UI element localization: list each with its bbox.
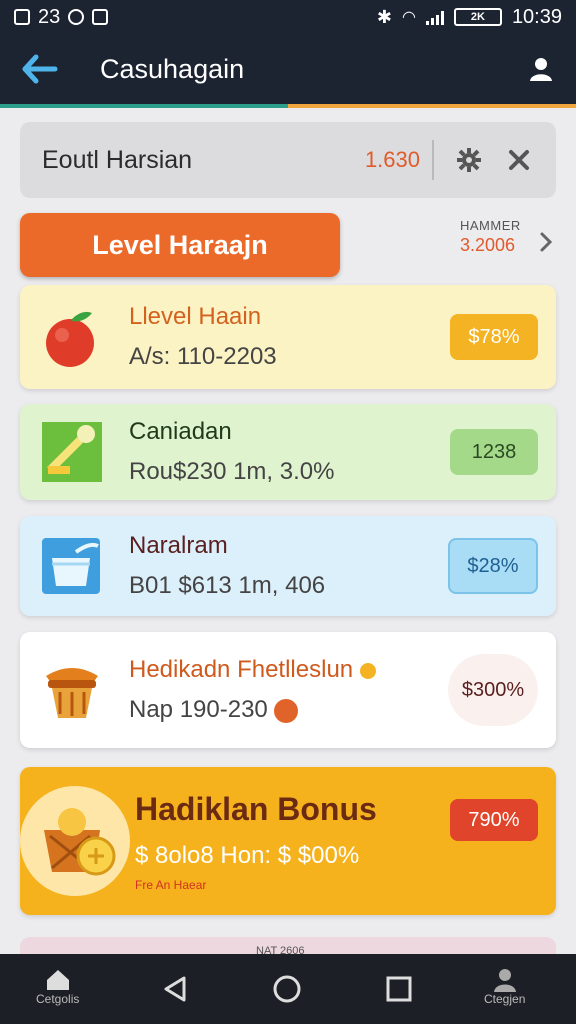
coin-icon (359, 662, 376, 679)
card-badge: $78% (450, 314, 538, 360)
nav-label-left: Cetgolis (36, 992, 80, 1006)
list-item[interactable]: Naralram B01 $613 1m, 406 $28% (20, 516, 556, 616)
card-note: Fre An Haear (135, 877, 207, 892)
nav-categories[interactable]: Cetgolis (36, 968, 79, 1006)
monster-icon (274, 698, 299, 723)
card-badge: $28% (448, 538, 538, 594)
card-badge: 790% (450, 799, 538, 841)
bonus-basket-icon (20, 786, 130, 896)
card-title: Hadiklan Bonus (135, 790, 377, 827)
home-icon (46, 970, 69, 990)
signal-icon (425, 9, 444, 25)
search-bar[interactable]: Eoutl Harsian 1.630 (20, 122, 556, 198)
status-bar: 23 ✱ ◠ 2K 10:39 (0, 0, 576, 34)
recents-icon (386, 976, 412, 1002)
wifi-icon: ◠ (401, 9, 416, 26)
nav-back[interactable] (160, 974, 190, 1004)
card-subtitle-text: Nap 190-230 (129, 696, 268, 723)
battery-icon: 2K (453, 8, 502, 26)
search-text[interactable]: Eoutl Harsian (42, 146, 192, 175)
level-button[interactable]: Level Haraajn (20, 213, 340, 277)
card-badge: $300% (448, 654, 538, 726)
card-title: Caniadan (129, 418, 232, 445)
card-subtitle: $ 8olo8 Hon: $ $00% (135, 841, 360, 869)
app-bar: Casuhagain (0, 34, 576, 104)
close-icon[interactable] (504, 145, 534, 175)
sync-icon (68, 9, 85, 25)
card-title: Naralram (129, 532, 228, 559)
home-circle-icon (273, 975, 301, 1003)
card-subtitle: Rou$230 1m, 3.0% (129, 458, 335, 485)
nav-profile[interactable]: Ctegjen (484, 968, 525, 1006)
banner-stat[interactable]: HAMMER 3.2006 (460, 218, 521, 256)
user-icon[interactable] (526, 54, 556, 84)
chevron-right-icon[interactable] (536, 230, 556, 254)
nav-recents[interactable] (384, 974, 414, 1004)
profile-icon (493, 969, 516, 992)
card-title-text: Hedikadn Fhetlleslun (129, 656, 354, 683)
list-item[interactable]: Hedikadn Fhetlleslun Nap 190-230 $300% (20, 632, 556, 748)
notification-icon (14, 9, 30, 25)
bonus-card[interactable]: Hadiklan Bonus $ 8olo8 Hon: $ $00% Fre A… (20, 767, 556, 915)
list-item[interactable]: Llevel Haain A/s: 110-2203 $78% (20, 285, 556, 389)
back-triangle-icon (164, 976, 186, 1002)
card-title: Hedikadn Fhetlleslun (129, 656, 376, 684)
bottom-nav: Cetgolis Ctegjen (0, 954, 576, 1024)
card-subtitle: A/s: 110-2203 (129, 343, 277, 370)
gear-icon[interactable] (454, 145, 484, 175)
card-title: Llevel Haain (129, 303, 262, 330)
cup-icon (40, 534, 104, 598)
card-subtitle: B01 $613 1m, 406 (129, 572, 326, 599)
status-count: 23 (38, 5, 61, 28)
clock: 10:39 (511, 5, 562, 28)
card-subtitle: Nap 190-230 (129, 696, 376, 724)
search-value: 1.630 (365, 140, 434, 180)
banner-label: HAMMER (460, 218, 521, 233)
nav-label-right: Ctegjen (484, 992, 526, 1006)
battery-label: 2K (470, 11, 485, 23)
apple-icon (40, 305, 104, 369)
card-badge: 1238 (450, 429, 538, 475)
header-progress-strip (0, 104, 576, 108)
list-item[interactable]: Caniadan Rou$230 1m, 3.0% 1238 (20, 404, 556, 500)
paint-icon (40, 420, 104, 484)
nav-home[interactable] (272, 974, 302, 1004)
back-arrow-icon[interactable] (20, 49, 60, 89)
page-title: Casuhagain (100, 53, 245, 84)
bluetooth-icon: ✱ (376, 6, 392, 27)
banner-value: 3.2006 (460, 235, 516, 255)
screenshot-icon (92, 9, 109, 25)
basket-icon (40, 658, 104, 722)
